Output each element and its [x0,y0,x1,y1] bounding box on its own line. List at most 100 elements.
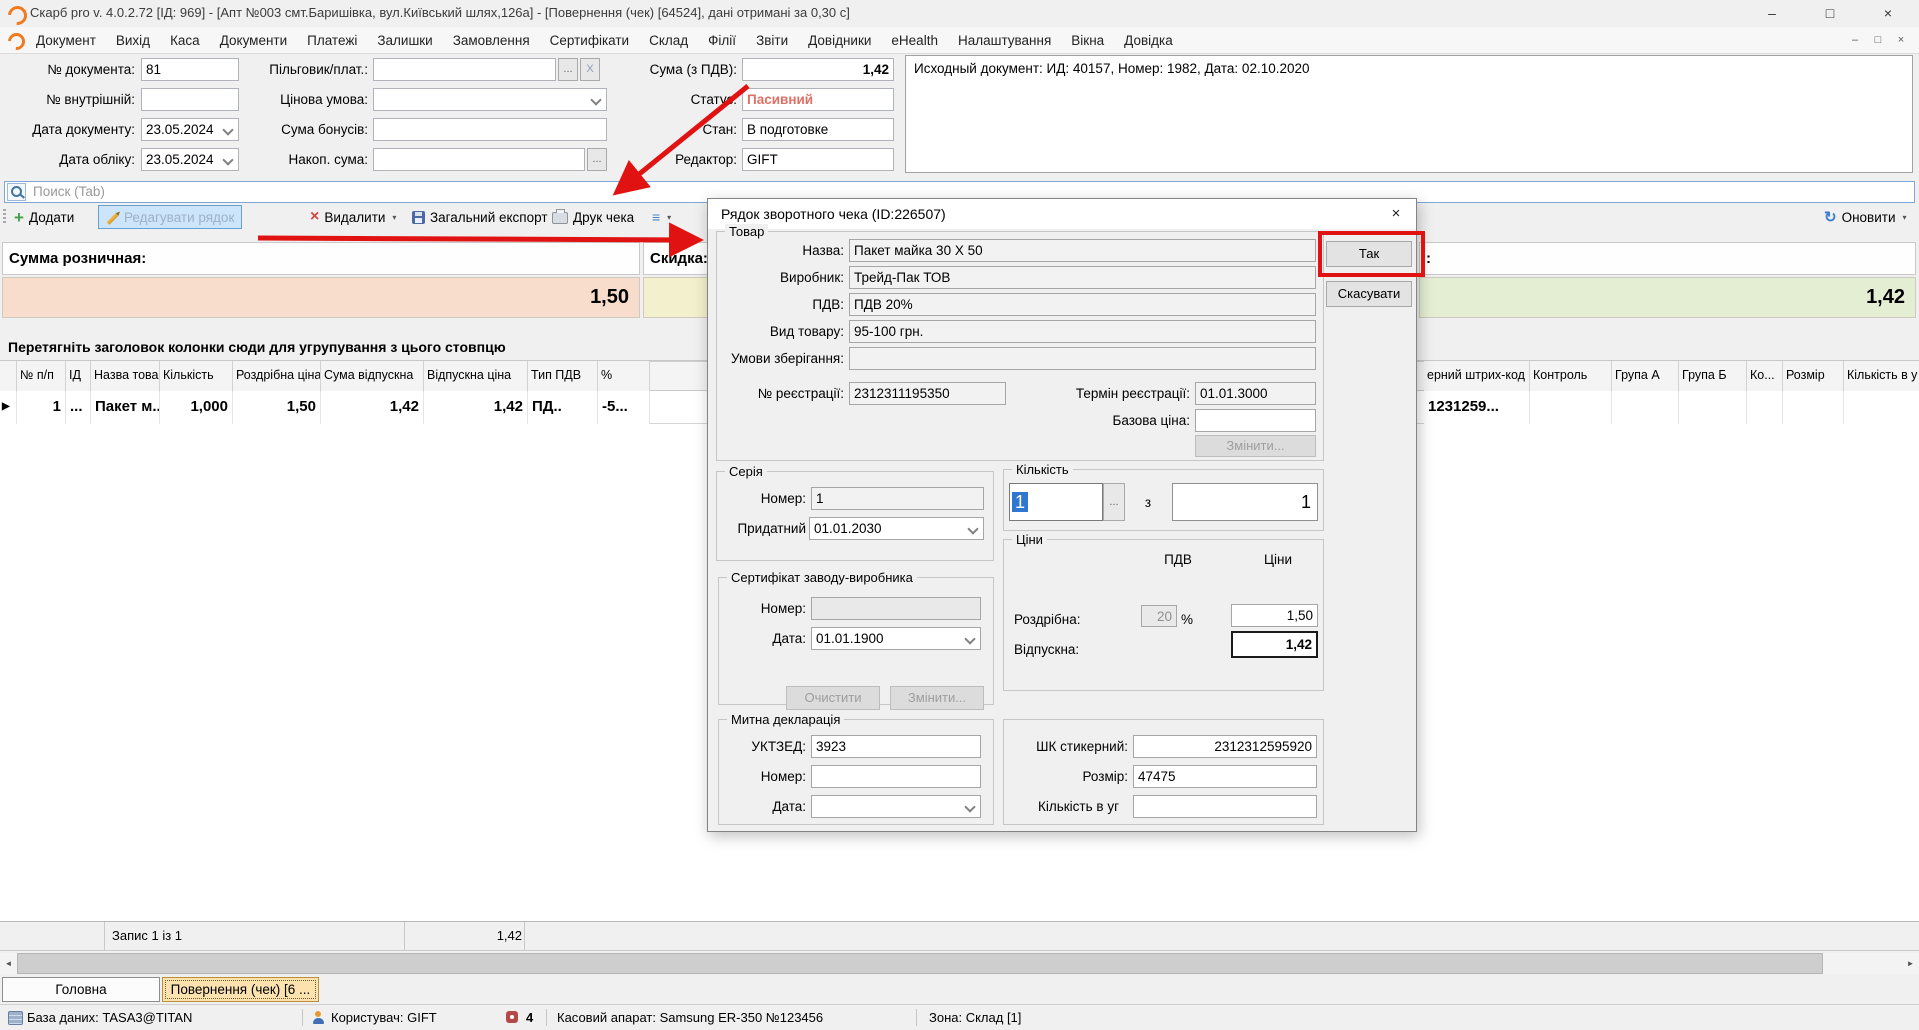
beneficiary-field[interactable] [373,58,556,81]
quantity-lookup-button[interactable]: ... [1103,483,1125,521]
table-cell[interactable]: 1 [17,391,66,424]
size-field[interactable]: 47475 [1133,765,1317,788]
add-row-button[interactable]: + Додати [14,205,74,229]
toolbar-grip[interactable] [3,209,6,225]
table-cell[interactable] [1747,391,1783,424]
column-header[interactable]: Роздрібна ціна [233,361,321,391]
sticker-barcode-field[interactable]: 2312312595920 [1133,735,1317,758]
column-header[interactable]: Група А [1612,361,1679,391]
tab-home[interactable]: Головна [2,977,160,1002]
column-header[interactable]: Відпускна ціна [424,361,528,391]
table-cell[interactable]: 1,42 [321,391,424,424]
cancel-button[interactable]: Скасувати [1326,281,1412,307]
pack-quantity-field[interactable] [1133,795,1317,818]
table-cell[interactable] [1530,391,1612,424]
acc-date-field[interactable]: 23.05.2024 [141,148,239,171]
beneficiary-lookup-button[interactable]: ... [558,58,578,81]
menu-item[interactable]: Платежі [297,33,367,48]
column-header[interactable]: Група Б [1679,361,1747,391]
column-header[interactable]: Контроль [1530,361,1612,391]
scrollbar-thumb[interactable] [17,953,1823,974]
minimize-button[interactable]: – [1753,1,1791,25]
customs-number-field[interactable] [811,765,981,788]
column-header[interactable]: Сума відпускна [321,361,424,391]
internal-no-field[interactable] [141,88,239,111]
accum-sum-field[interactable] [373,148,585,171]
refresh-button[interactable]: ↻ Оновити ▾ [1824,205,1907,229]
mdi-restore-button[interactable]: □ [1868,32,1888,49]
table-cell[interactable]: 1,50 [233,391,321,424]
horizontal-scrollbar[interactable]: ◄ ► [0,953,1919,974]
list-options-button[interactable]: ≡ ▾ [652,205,671,229]
menu-item[interactable]: Залишки [367,33,442,48]
column-header[interactable]: Кількість [160,361,233,391]
mdi-minimize-button[interactable]: – [1845,32,1865,49]
base-price-field[interactable] [1195,409,1316,432]
beneficiary-clear-button[interactable]: X [580,58,600,81]
menu-item[interactable]: Філії [698,33,746,48]
menu-item[interactable]: Каса [160,33,210,48]
table-cell[interactable]: -5... [598,391,650,424]
annotation-arrow-to-dialog [258,238,692,240]
record-status-bar: Запис 1 із 1 1,42 [0,921,1919,951]
customs-date-field[interactable] [811,795,981,818]
table-cell[interactable]: 1231259... [1424,391,1530,424]
change-certificate-button[interactable]: Змінити... [890,686,984,710]
table-cell[interactable] [1679,391,1747,424]
menu-item[interactable]: Звіти [746,33,798,48]
print-check-button[interactable]: Друк чека [552,205,634,229]
scroll-left-icon[interactable]: ◄ [0,953,17,974]
column-header[interactable]: % [598,361,650,391]
menu-item[interactable]: Вихід [106,33,160,48]
menu-item[interactable]: Вікна [1061,33,1114,48]
bonus-sum-field[interactable] [373,118,607,141]
clear-certificate-button[interactable]: Очистити [786,686,880,710]
series-valid-field[interactable]: 01.01.2030 [809,517,984,540]
menu-item[interactable]: eHealth [881,33,948,48]
tab-return-check[interactable]: Повернення (чек) [6 ... [162,977,319,1002]
menu-item[interactable]: Документ [26,33,106,48]
menu-item[interactable]: Сертифікати [540,33,639,48]
table-cell[interactable]: 1,000 [160,391,233,424]
column-header[interactable]: № п/п [17,361,66,391]
column-header[interactable]: Назва товару [91,361,160,391]
column-header[interactable]: ІД [66,361,91,391]
column-header[interactable]: Ко... [1747,361,1783,391]
table-cell[interactable]: Пакет м... [91,391,160,424]
maximize-button[interactable]: □ [1811,1,1849,25]
table-cell[interactable]: ... [66,391,91,424]
column-header[interactable]: Тип ПДВ [528,361,598,391]
dialog-close-icon[interactable]: × [1376,199,1416,229]
menu-item[interactable]: Склад [639,33,698,48]
table-cell[interactable]: ПД.. [528,391,598,424]
mdi-close-button[interactable]: × [1891,32,1911,49]
delete-row-button[interactable]: × Видалити ▾ [310,205,396,229]
doc-date-field[interactable]: 23.05.2024 [141,118,239,141]
menu-item[interactable]: Налаштування [948,33,1061,48]
export-button[interactable]: Загальний експорт [412,205,548,229]
menu-item[interactable]: Довідники [798,33,881,48]
doc-no-field[interactable]: 81 [141,58,239,81]
column-header[interactable]: ерний штрих-код [1424,361,1530,391]
scroll-right-icon[interactable]: ► [1902,953,1919,974]
uktzed-field[interactable]: 3923 [811,735,981,758]
menu-item[interactable]: Документи [210,33,297,48]
release-price-field[interactable]: 1,42 [1231,631,1318,658]
change-base-price-button[interactable]: Змінити... [1195,435,1316,457]
table-cell[interactable] [1612,391,1679,424]
quantity-input[interactable]: 1 [1009,483,1103,521]
retail-price-field[interactable]: 1,50 [1231,604,1318,627]
edit-row-button[interactable]: Редагувати рядок [98,205,242,229]
table-cell[interactable]: 1,42 [424,391,528,424]
menu-item[interactable]: Довідка [1114,33,1183,48]
price-condition-select[interactable] [373,88,607,111]
menu-item[interactable]: Замовлення [443,33,540,48]
close-button[interactable]: × [1869,1,1907,25]
accum-sum-lookup-button[interactable]: ... [587,148,607,171]
column-header[interactable]: Кількість в у [1844,361,1919,391]
column-header[interactable]: Розмір [1783,361,1844,391]
table-cell[interactable] [1783,391,1844,424]
acc-date-label: Дата обліку: [0,148,135,171]
table-cell[interactable] [1844,391,1919,424]
certificate-date-field[interactable]: 01.01.1900 [811,627,981,650]
